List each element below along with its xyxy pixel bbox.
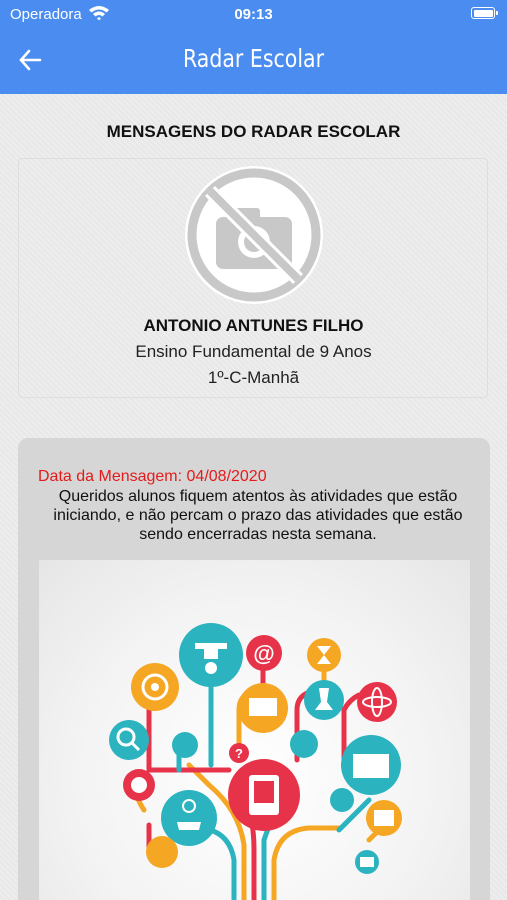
education-network-illustration: @ ? [109, 623, 402, 900]
status-bar: Operadora 09:13 [0, 0, 507, 30]
message-date: Data da Mensagem: 04/08/2020 [38, 468, 267, 485]
back-button[interactable] [18, 46, 44, 74]
main-content[interactable]: MENSAGENS DO RADAR ESCOLAR ANTONIO ANTUN… [0, 94, 507, 900]
message-image[interactable]: @ ? [39, 560, 470, 900]
svg-text:@: @ [253, 641, 274, 666]
top-bar: Operadora 09:13 Radar Escolar [0, 0, 507, 94]
student-class: 1º-C-Manhã [207, 368, 300, 387]
battery-icon [471, 7, 498, 19]
page-title: MENSAGENS DO RADAR ESCOLAR [106, 122, 401, 141]
arrow-left-icon [19, 49, 42, 71]
student-level: Ensino Fundamental de 9 Anos [135, 342, 372, 361]
clock: 09:13 [234, 6, 273, 23]
nav-title: Radar Escolar [182, 44, 325, 73]
no-photo-icon [185, 166, 323, 304]
student-name: ANTONIO ANTUNES FILHO [143, 316, 364, 335]
svg-text:?: ? [235, 746, 243, 761]
message-text: Queridos alunos fiquem atentos às ativid… [53, 488, 463, 543]
message-card[interactable]: Data da Mensagem: 04/08/2020 Queridos al… [18, 438, 490, 900]
